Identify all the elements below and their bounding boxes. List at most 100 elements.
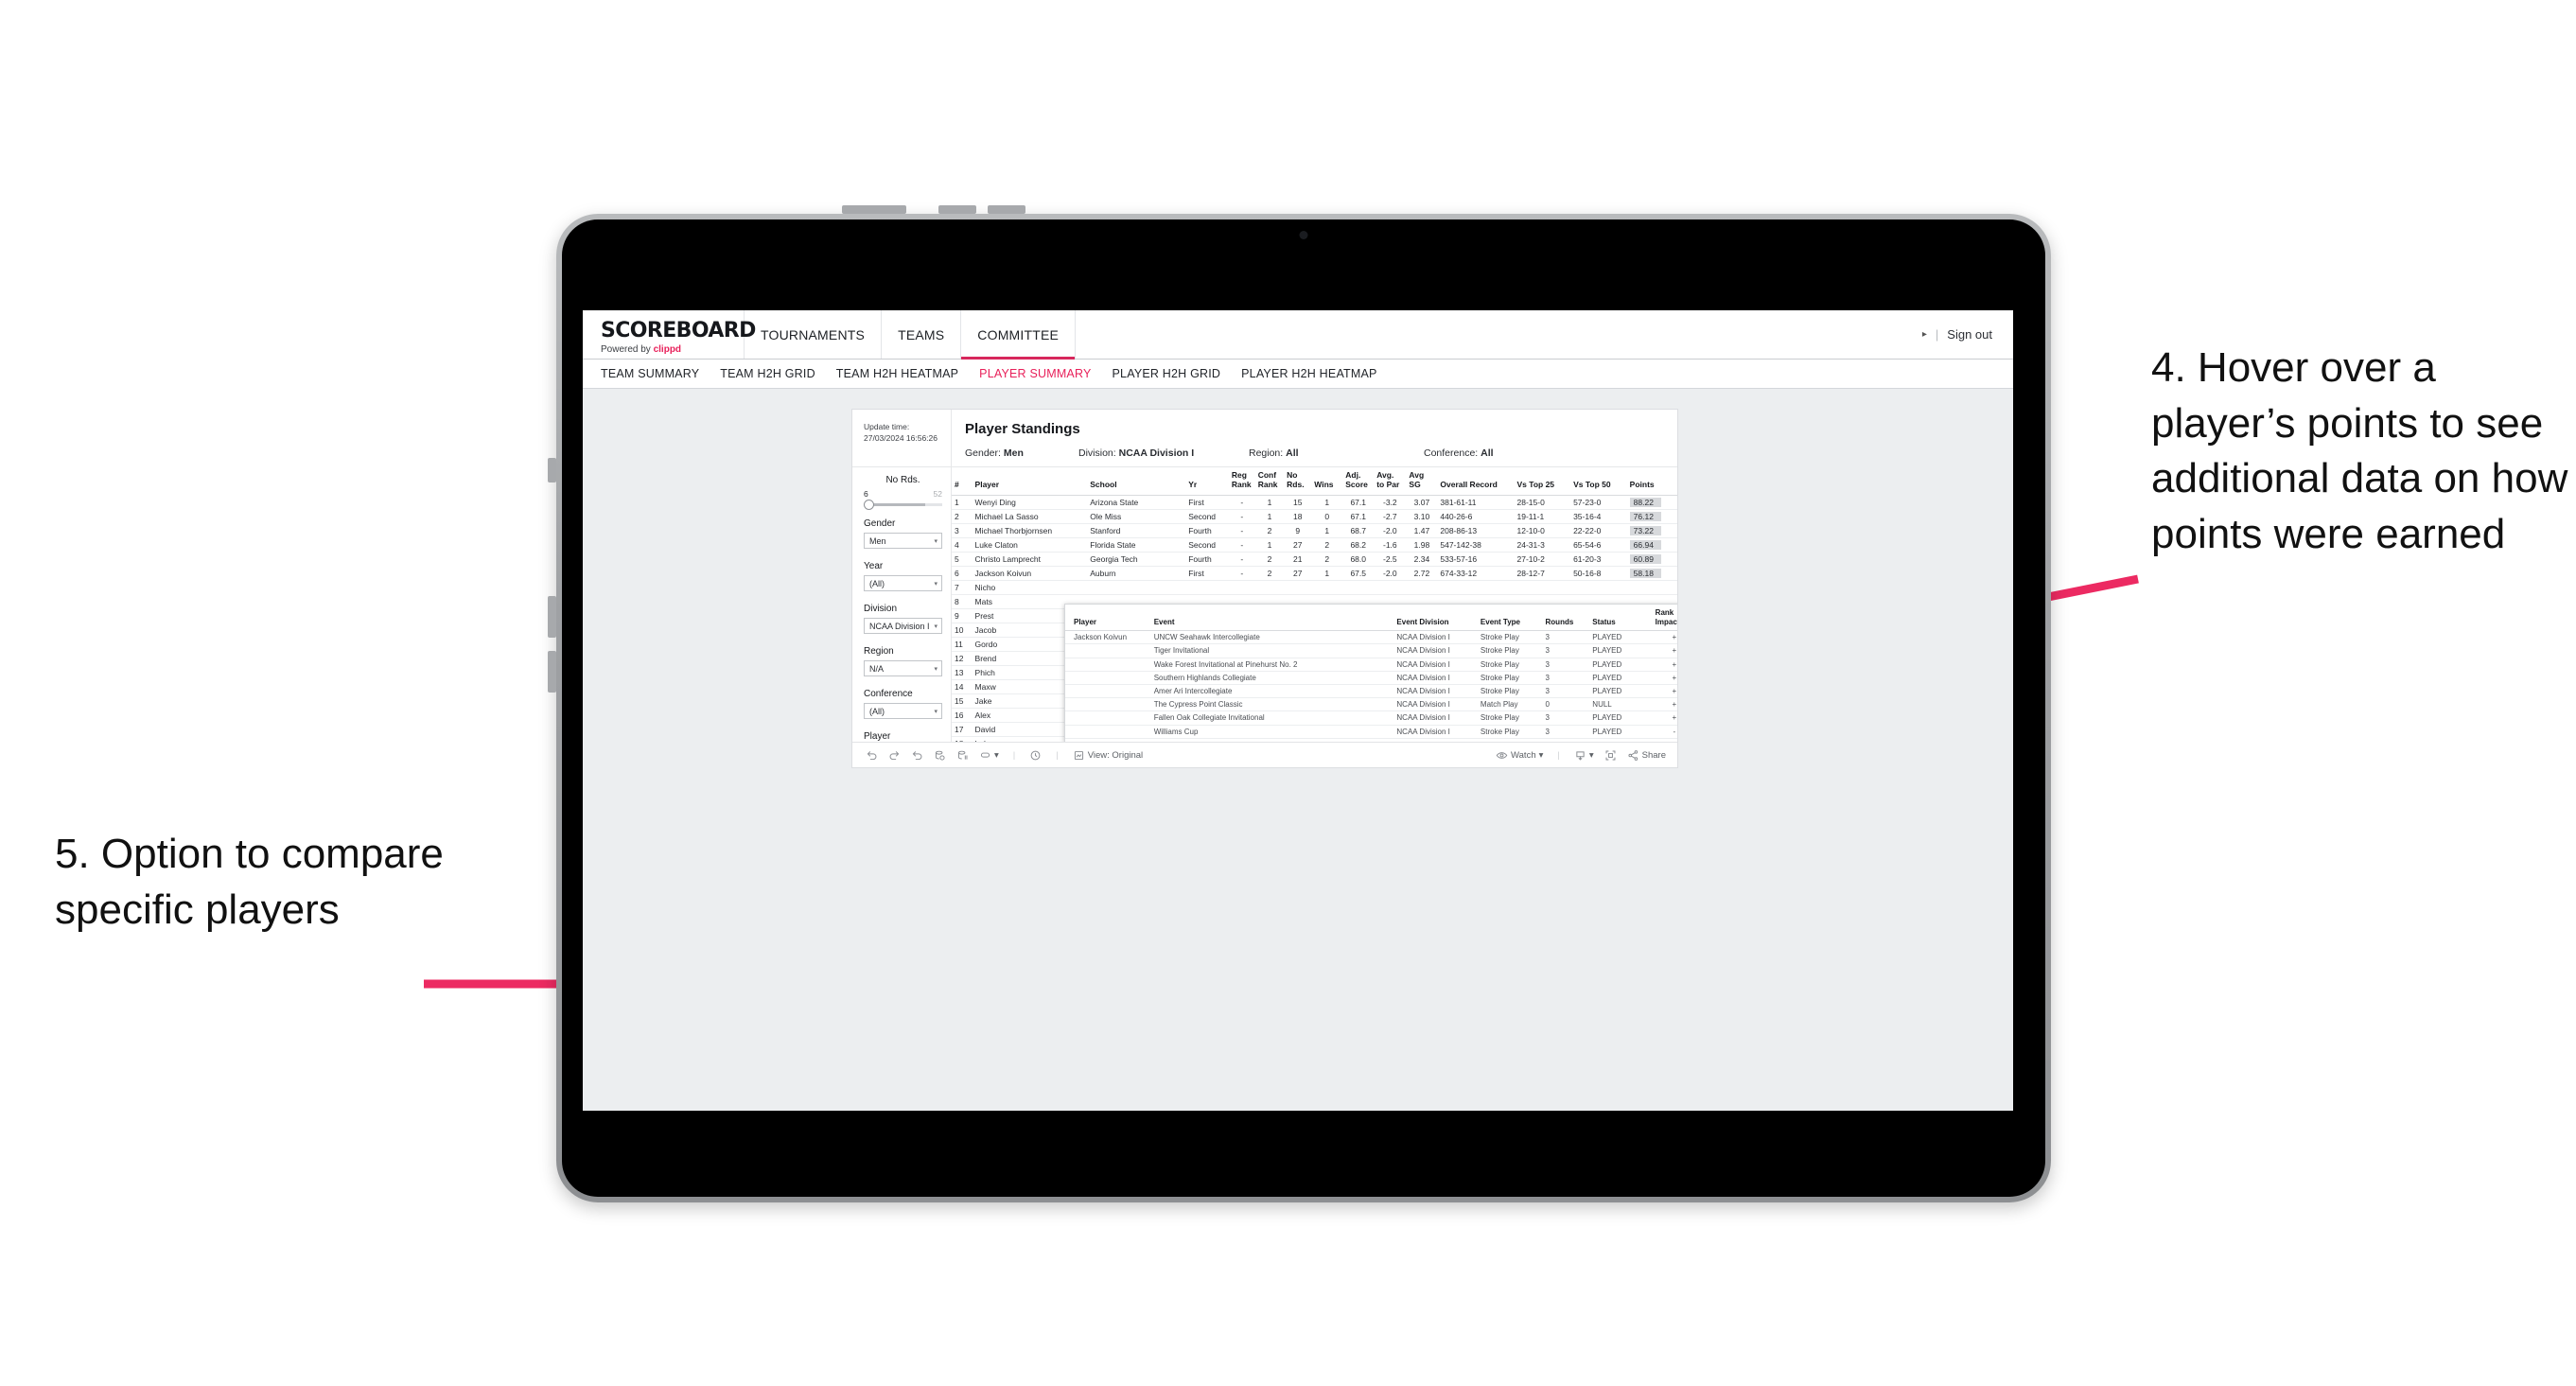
table-row[interactable]: 5 Christo Lamprecht Georgia Tech Fourth -2 21… [952,552,1677,567]
side-button-3[interactable] [548,651,556,693]
pause-updates-dropdown[interactable]: ▾ [979,749,999,762]
filter-no-rounds[interactable]: No Rds. 6 52 [864,475,942,510]
table-row[interactable]: 2 Michael La Sasso Ole Miss Second -1 18 0 67.1… [952,509,1677,524]
table-row[interactable]: 6 Jackson Koivun Auburn First -2 27 1 67.5 -2.0 2… [952,566,1677,581]
annotation-compare-players: 5. Option to compare specific players [55,831,444,933]
sign-out-link[interactable]: Sign out [1947,327,1992,342]
col-adj-score[interactable]: Adj. Score [1342,467,1375,496]
table-header-row: # Player School Yr Reg Rank Conf Rank No… [952,467,1677,496]
cell-num: 7 [952,580,973,595]
cell-num: 16 [952,708,973,723]
tt-col-status: Status [1589,605,1653,632]
col-no-rds[interactable]: No Rds. [1284,467,1312,496]
fullscreen-icon[interactable] [1604,749,1617,762]
tab-team-summary[interactable]: TEAM SUMMARY [601,367,699,380]
points-value[interactable]: 66.94 [1629,539,1661,550]
filter-player-label: Player [864,731,891,742]
col-avg-sg[interactable]: Avg SG [1406,467,1438,496]
col-school[interactable]: School [1087,467,1186,496]
tab-player-summary[interactable]: PLAYER SUMMARY [979,367,1091,380]
col-wins[interactable]: Wins [1311,467,1343,496]
col-yr[interactable]: Yr [1185,467,1229,496]
cell-points[interactable]: 73.22 [1626,523,1677,538]
cell-no-rds: 27 [1284,566,1312,581]
tooltip-cell-status: PLAYED [1589,643,1653,658]
col-vs-top-50[interactable]: Vs Top 50 [1570,467,1627,496]
col-reg-rank[interactable]: Reg Rank [1228,467,1255,496]
cell-points[interactable]: 58.18 [1626,566,1677,581]
power-button[interactable] [842,205,906,214]
cell-num: 18 [952,736,973,742]
col-player[interactable]: Player [972,467,1088,496]
tab-team-h2h-grid[interactable]: TEAM H2H GRID [720,367,815,380]
year-select[interactable]: (All) ▾ [864,575,942,591]
no-rounds-slider[interactable] [864,500,942,510]
history-icon[interactable] [1029,749,1042,762]
points-value[interactable]: 60.89 [1629,553,1661,564]
topnav-item-tournaments[interactable]: TOURNAMENTS [745,310,883,359]
side-button-1[interactable] [548,458,556,482]
cell-avg-sg [1406,580,1438,595]
col-avg-to-par[interactable]: Avg. to Par [1374,467,1407,496]
volume-down-button[interactable] [988,205,1025,214]
watch-dropdown[interactable]: Watch ▾ [1496,749,1543,762]
pause-updates-icon [979,749,991,762]
view-original-button[interactable]: View: Original [1073,749,1143,762]
conference-select[interactable]: (All) ▾ [864,703,942,719]
watch-caret-icon: ▾ [1538,749,1544,761]
col-points[interactable]: Points [1626,467,1677,496]
brand-logo[interactable]: SCOREBOARD Powered by clippd [583,310,756,359]
topnav-item-teams[interactable]: TEAMS [882,310,962,359]
tooltip-cell-event: Tiger Invitational [1150,643,1394,658]
points-value[interactable]: 73.22 [1629,525,1661,535]
table-row[interactable]: 4 Luke Claton Florida State Second -1 27 2 68.2… [952,537,1677,553]
cell-points[interactable]: 88.22 [1626,495,1677,510]
chevron-right-icon[interactable]: ▸ [1922,329,1927,340]
region-select[interactable]: N/A ▾ [864,660,942,676]
tooltip-cell-event-type: Stroke Play [1477,643,1543,658]
undo-icon[interactable] [866,749,878,762]
cell-reg-rank: - [1228,566,1255,581]
side-button-2[interactable] [548,596,556,638]
share-button[interactable]: Share [1627,749,1666,762]
table-row[interactable]: 7 Nicho [952,580,1677,595]
col-overall-record[interactable]: Overall Record [1437,467,1515,496]
cell-points[interactable]: 60.89 [1626,552,1677,567]
table-row[interactable]: 3 Michael Thorbjornsen Stanford Fourth -2 9 1 6… [952,523,1677,538]
tooltip-cell-status: PLAYED [1589,711,1653,726]
tooltip-cell-event-type: Stroke Play [1477,630,1543,645]
tab-player-h2h-grid[interactable]: PLAYER H2H GRID [1113,367,1221,380]
points-value[interactable]: 88.22 [1629,497,1661,507]
points-value[interactable]: 58.18 [1629,568,1661,578]
cell-points[interactable]: 66.94 [1626,537,1677,553]
tab-player-h2h-heatmap[interactable]: PLAYER H2H HEATMAP [1241,367,1376,380]
cell-num: 14 [952,679,973,694]
cell-adj-score: 67.1 [1342,509,1375,524]
tooltip-cell-status: PLAYED [1589,630,1653,645]
cell-vs-top-50 [1570,580,1627,595]
col-num[interactable]: # [952,467,973,496]
summary-division-label: Division: [1078,447,1116,459]
download-dropdown[interactable]: ▾ [1574,749,1594,762]
tooltip-cell-rank-impact: + 1 [1652,630,1677,645]
tab-team-h2h-heatmap[interactable]: TEAM H2H HEATMAP [836,367,958,380]
points-value[interactable]: 76.12 [1629,511,1661,521]
topnav-item-committee[interactable]: COMMITTEE [961,310,1077,360]
table-row[interactable]: 1 Wenyi Ding Arizona State First -1 15 1 67.1 -3… [952,495,1677,510]
refresh-data-icon[interactable] [934,749,946,762]
pause-updates-caret: ▾ [994,749,999,761]
gender-select[interactable]: Men ▾ [864,533,942,549]
pause-data-icon[interactable] [956,749,969,762]
cell-wins: 2 [1311,552,1343,567]
division-select[interactable]: NCAA Division I ▾ [864,618,942,634]
volume-up-button[interactable] [938,205,976,214]
cell-points[interactable]: 76.12 [1626,509,1677,524]
revert-icon[interactable] [911,749,923,762]
cell-points[interactable] [1626,580,1677,595]
standings-table-wrap[interactable]: # Player School Yr Reg Rank Conf Rank No… [952,467,1677,742]
redo-icon[interactable] [888,749,901,762]
cell-avg-to-par: -3.2 [1374,495,1407,510]
col-vs-top-25[interactable]: Vs Top 25 [1514,467,1571,496]
slider-handle[interactable] [864,500,874,510]
col-conf-rank[interactable]: Conf Rank [1254,467,1285,496]
